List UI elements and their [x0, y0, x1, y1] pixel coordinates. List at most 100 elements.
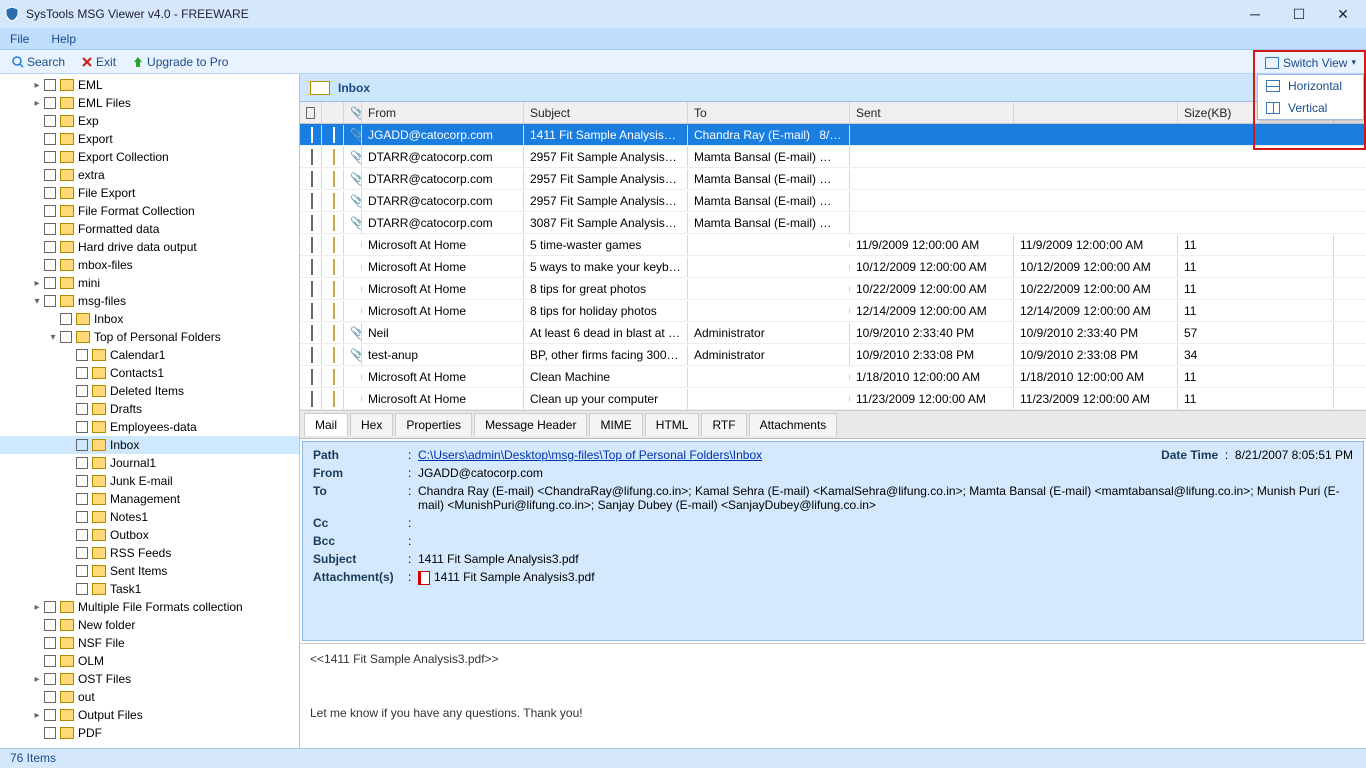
tree-item[interactable]: Task1: [0, 580, 299, 598]
tree-item[interactable]: NSF File: [0, 634, 299, 652]
mail-preview: <<1411 Fit Sample Analysis3.pdf>> Let me…: [300, 643, 1366, 748]
search-icon: [12, 56, 24, 68]
tree-item[interactable]: File Format Collection: [0, 202, 299, 220]
mail-row[interactable]: 📎DTARR@catocorp.com2957 Fit Sample Analy…: [300, 146, 1366, 168]
menu-file[interactable]: File: [10, 32, 29, 46]
tree-item[interactable]: Inbox: [0, 436, 299, 454]
mail-row[interactable]: 📎DTARR@catocorp.com2957 Fit Sample Analy…: [300, 190, 1366, 212]
toolbar: Search Exit Upgrade to Pro: [0, 50, 1366, 74]
mail-row[interactable]: 📎JGADD@catocorp.com1411 Fit Sample Analy…: [300, 124, 1366, 146]
tree-item[interactable]: ▸EML: [0, 76, 299, 94]
tree-item[interactable]: New folder: [0, 616, 299, 634]
tree-item[interactable]: OLM: [0, 652, 299, 670]
tree-item[interactable]: Export: [0, 130, 299, 148]
pdf-icon: [418, 571, 430, 585]
switch-view-button[interactable]: Switch View ▾: [1257, 52, 1364, 74]
mail-row[interactable]: Microsoft At HomeClean Machine1/18/2010 …: [300, 366, 1366, 388]
menu-bar: File Help: [0, 28, 1366, 50]
col-to[interactable]: To: [688, 102, 850, 123]
attachment-link[interactable]: 1411 Fit Sample Analysis3.pdf: [418, 570, 1353, 585]
mail-details: Path:C:\Users\admin\Desktop\msg-files\To…: [302, 441, 1364, 641]
mail-row[interactable]: Microsoft At Home5 time-waster games11/9…: [300, 234, 1366, 256]
tree-item[interactable]: Hard drive data output: [0, 238, 299, 256]
arrow-up-icon: [132, 56, 144, 68]
tree-item[interactable]: Export Collection: [0, 148, 299, 166]
tree-item[interactable]: Notes1: [0, 508, 299, 526]
tree-item[interactable]: out: [0, 688, 299, 706]
col-subject[interactable]: Subject: [524, 102, 688, 123]
switch-view-label: Switch View: [1283, 56, 1347, 70]
mail-row[interactable]: Microsoft At Home8 tips for holiday phot…: [300, 300, 1366, 322]
tree-item[interactable]: ▸Output Files: [0, 706, 299, 724]
search-button[interactable]: Search: [6, 55, 71, 69]
tree-item[interactable]: ▸EML Files: [0, 94, 299, 112]
path-value[interactable]: C:\Users\admin\Desktop\msg-files\Top of …: [418, 448, 1161, 462]
tree-item[interactable]: Deleted Items: [0, 382, 299, 400]
folder-tree[interactable]: ▸EML▸EML FilesExpExportExport Collection…: [0, 74, 300, 748]
mail-row[interactable]: 📎DTARR@catocorp.com3087 Fit Sample Analy…: [300, 212, 1366, 234]
vertical-icon: [1266, 102, 1280, 114]
tree-item[interactable]: ▾Top of Personal Folders: [0, 328, 299, 346]
status-bar: 76 Items: [0, 748, 1366, 768]
detail-tabs: MailHexPropertiesMessage HeaderMIMEHTMLR…: [300, 410, 1366, 439]
mail-row[interactable]: 📎test-anupBP, other firms facing 300 la.…: [300, 344, 1366, 366]
app-icon: [4, 6, 20, 22]
mail-row[interactable]: Microsoft At Home5 ways to make your key…: [300, 256, 1366, 278]
tree-item[interactable]: extra: [0, 166, 299, 184]
minimize-button[interactable]: ─: [1242, 6, 1268, 23]
tree-item[interactable]: Formatted data: [0, 220, 299, 238]
col-from[interactable]: From: [362, 102, 524, 123]
mail-row[interactable]: Microsoft At Home8 tips for great photos…: [300, 278, 1366, 300]
tab-message-header[interactable]: Message Header: [474, 413, 587, 436]
tab-mail[interactable]: Mail: [304, 413, 348, 436]
tab-rtf[interactable]: RTF: [701, 413, 746, 436]
tree-item[interactable]: mbox-files: [0, 256, 299, 274]
tree-item[interactable]: ▾msg-files: [0, 292, 299, 310]
tree-item[interactable]: Drafts: [0, 400, 299, 418]
tab-attachments[interactable]: Attachments: [749, 413, 838, 436]
switch-view-dropdown: Switch View ▾ Horizontal Vertical: [1253, 50, 1366, 150]
upgrade-button[interactable]: Upgrade to Pro: [126, 55, 234, 69]
tree-item[interactable]: Contacts1: [0, 364, 299, 382]
col-checkbox[interactable]: [300, 102, 322, 123]
search-label: Search: [27, 55, 65, 69]
exit-button[interactable]: Exit: [75, 55, 122, 69]
grid-header: 📎 From Subject To Sent Size(KB): [300, 102, 1366, 124]
maximize-button[interactable]: ☐: [1286, 6, 1312, 23]
tree-item[interactable]: Exp: [0, 112, 299, 130]
tree-item[interactable]: Calendar1: [0, 346, 299, 364]
mail-row[interactable]: 📎DTARR@catocorp.com2957 Fit Sample Analy…: [300, 168, 1366, 190]
tree-item[interactable]: Inbox: [0, 310, 299, 328]
close-button[interactable]: ✕: [1330, 6, 1356, 23]
tab-html[interactable]: HTML: [645, 413, 700, 436]
col-sent[interactable]: Sent: [850, 102, 1014, 123]
content-header: Inbox: [300, 74, 1366, 102]
col-attachment[interactable]: 📎: [344, 102, 362, 123]
tree-item[interactable]: ▸mini: [0, 274, 299, 292]
inbox-title: Inbox: [338, 81, 370, 95]
tab-properties[interactable]: Properties: [395, 413, 472, 436]
upgrade-label: Upgrade to Pro: [147, 55, 228, 69]
tree-item[interactable]: Management: [0, 490, 299, 508]
tree-item[interactable]: Junk E-mail: [0, 472, 299, 490]
tree-item[interactable]: Employees-data: [0, 418, 299, 436]
tree-item[interactable]: PDF: [0, 724, 299, 742]
col-received[interactable]: [1014, 102, 1178, 123]
tab-hex[interactable]: Hex: [350, 413, 393, 436]
mail-grid[interactable]: 📎JGADD@catocorp.com1411 Fit Sample Analy…: [300, 124, 1366, 410]
tree-item[interactable]: Sent Items: [0, 562, 299, 580]
tree-item[interactable]: RSS Feeds: [0, 544, 299, 562]
menu-help[interactable]: Help: [51, 32, 76, 46]
tree-item[interactable]: File Export: [0, 184, 299, 202]
tree-item[interactable]: ▸OST Files: [0, 670, 299, 688]
mail-row[interactable]: 📎NeilAt least 6 dead in blast at Ch...Ad…: [300, 322, 1366, 344]
col-envelope[interactable]: [322, 102, 344, 123]
mail-row[interactable]: Microsoft At HomeClean up your computer1…: [300, 388, 1366, 410]
tab-mime[interactable]: MIME: [589, 413, 642, 436]
tree-item[interactable]: Journal1: [0, 454, 299, 472]
switch-horizontal[interactable]: Horizontal: [1258, 75, 1363, 97]
close-icon: [81, 56, 93, 68]
tree-item[interactable]: Outbox: [0, 526, 299, 544]
tree-item[interactable]: ▸Multiple File Formats collection: [0, 598, 299, 616]
switch-vertical[interactable]: Vertical: [1258, 97, 1363, 119]
